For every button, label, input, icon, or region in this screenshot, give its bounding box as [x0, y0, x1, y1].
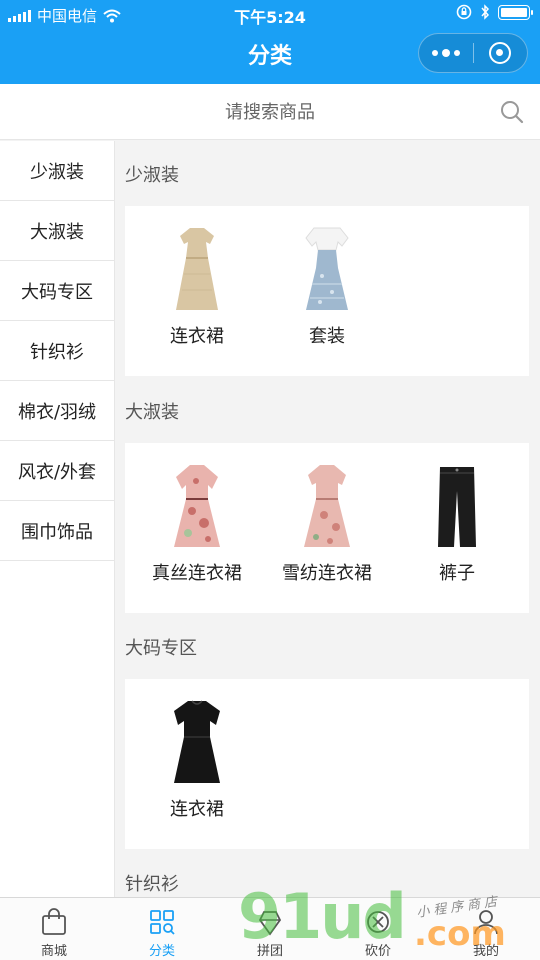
- status-bar: 中国电信 下午5:24: [0, 0, 540, 28]
- section-title: 大码专区: [125, 638, 197, 659]
- product-item[interactable]: 真丝连衣裙: [132, 461, 262, 601]
- product-item[interactable]: 连衣裙: [132, 697, 262, 837]
- tab-group-buy[interactable]: 拼团: [216, 898, 324, 960]
- top-bar: 中国电信 下午5:24 分类: [0, 0, 540, 84]
- tab-label: 砍价: [364, 944, 391, 959]
- category-sidebar: 少淑装 大淑装 大码专区 针织衫 棉衣/羽绒 风衣/外套 围巾饰品: [0, 141, 115, 897]
- close-miniprogram-button[interactable]: [474, 34, 528, 72]
- tab-label: 分类: [148, 944, 175, 959]
- product-item[interactable]: 裤子: [392, 461, 522, 601]
- product-card: 连衣裙: [125, 679, 529, 849]
- rotation-lock-icon: [456, 4, 472, 20]
- tab-label: 拼团: [256, 944, 283, 959]
- search-bar: [0, 84, 540, 140]
- shopping-bag-icon: [42, 908, 66, 935]
- tab-category[interactable]: 分类: [108, 898, 216, 960]
- product-name: 真丝连衣裙: [152, 563, 242, 584]
- sidebar-item-knitwear[interactable]: 针织衫: [0, 321, 114, 381]
- bottom-tab-bar: 商城 分类 拼团 砍价 我的: [0, 897, 540, 960]
- group-buy-icon: [258, 911, 282, 936]
- product-name: 裤子: [439, 563, 475, 584]
- search-input[interactable]: [0, 84, 540, 140]
- bluetooth-icon: [481, 4, 490, 20]
- user-icon: [474, 910, 498, 935]
- product-item[interactable]: 连衣裙: [132, 224, 262, 364]
- more-menu-button[interactable]: [419, 34, 473, 72]
- black-pants-image: [438, 467, 476, 547]
- section-title: 少淑装: [125, 165, 179, 186]
- category-content: 少淑装 连衣裙 套装 大淑装 真丝连衣裙 雪纺连衣裙 裤子 大码专区 连衣裙 针…: [115, 141, 540, 897]
- sidebar-item-cotton-down[interactable]: 棉衣/羽绒: [0, 381, 114, 441]
- product-card: 真丝连衣裙 雪纺连衣裙 裤子: [125, 443, 529, 613]
- product-name: 雪纺连衣裙: [282, 563, 372, 584]
- sidebar-item-plus-size[interactable]: 大码专区: [0, 261, 114, 321]
- target-circle-icon: [489, 42, 512, 64]
- product-name: 连衣裙: [170, 326, 224, 347]
- tab-mine[interactable]: 我的: [432, 898, 540, 960]
- product-name: 连衣裙: [170, 799, 224, 820]
- pink-floral-dress-image: [174, 465, 220, 547]
- search-icon[interactable]: [500, 100, 524, 124]
- section-title: 大淑装: [125, 402, 179, 423]
- product-name: 套装: [309, 326, 345, 347]
- more-dots-icon: [431, 50, 438, 56]
- black-dress-image: [174, 700, 220, 783]
- tab-mall[interactable]: 商城: [0, 898, 108, 960]
- sidebar-item-shaoshuzhuang[interactable]: 少淑装: [0, 141, 114, 201]
- tab-label: 我的: [472, 944, 499, 959]
- category-grid-icon: [150, 910, 175, 935]
- blue-dress-set-image: [305, 227, 349, 310]
- section-title: 针织衫: [125, 874, 179, 895]
- sidebar-item-dashuzhuang[interactable]: 大淑装: [0, 201, 114, 261]
- beige-dress-image: [176, 228, 218, 310]
- tab-label: 商城: [40, 944, 67, 959]
- sidebar-item-coats[interactable]: 风衣/外套: [0, 441, 114, 501]
- miniprogram-capsule: [418, 33, 528, 73]
- product-item[interactable]: 套装: [262, 224, 392, 364]
- bargain-icon: [367, 911, 389, 933]
- sidebar-item-scarves[interactable]: 围巾饰品: [0, 501, 114, 561]
- battery-icon: [498, 4, 533, 20]
- pink-chiffon-dress-image: [304, 465, 350, 547]
- tab-bargain[interactable]: 砍价: [324, 898, 432, 960]
- product-item[interactable]: 雪纺连衣裙: [262, 461, 392, 601]
- product-card: 连衣裙 套装: [125, 206, 529, 376]
